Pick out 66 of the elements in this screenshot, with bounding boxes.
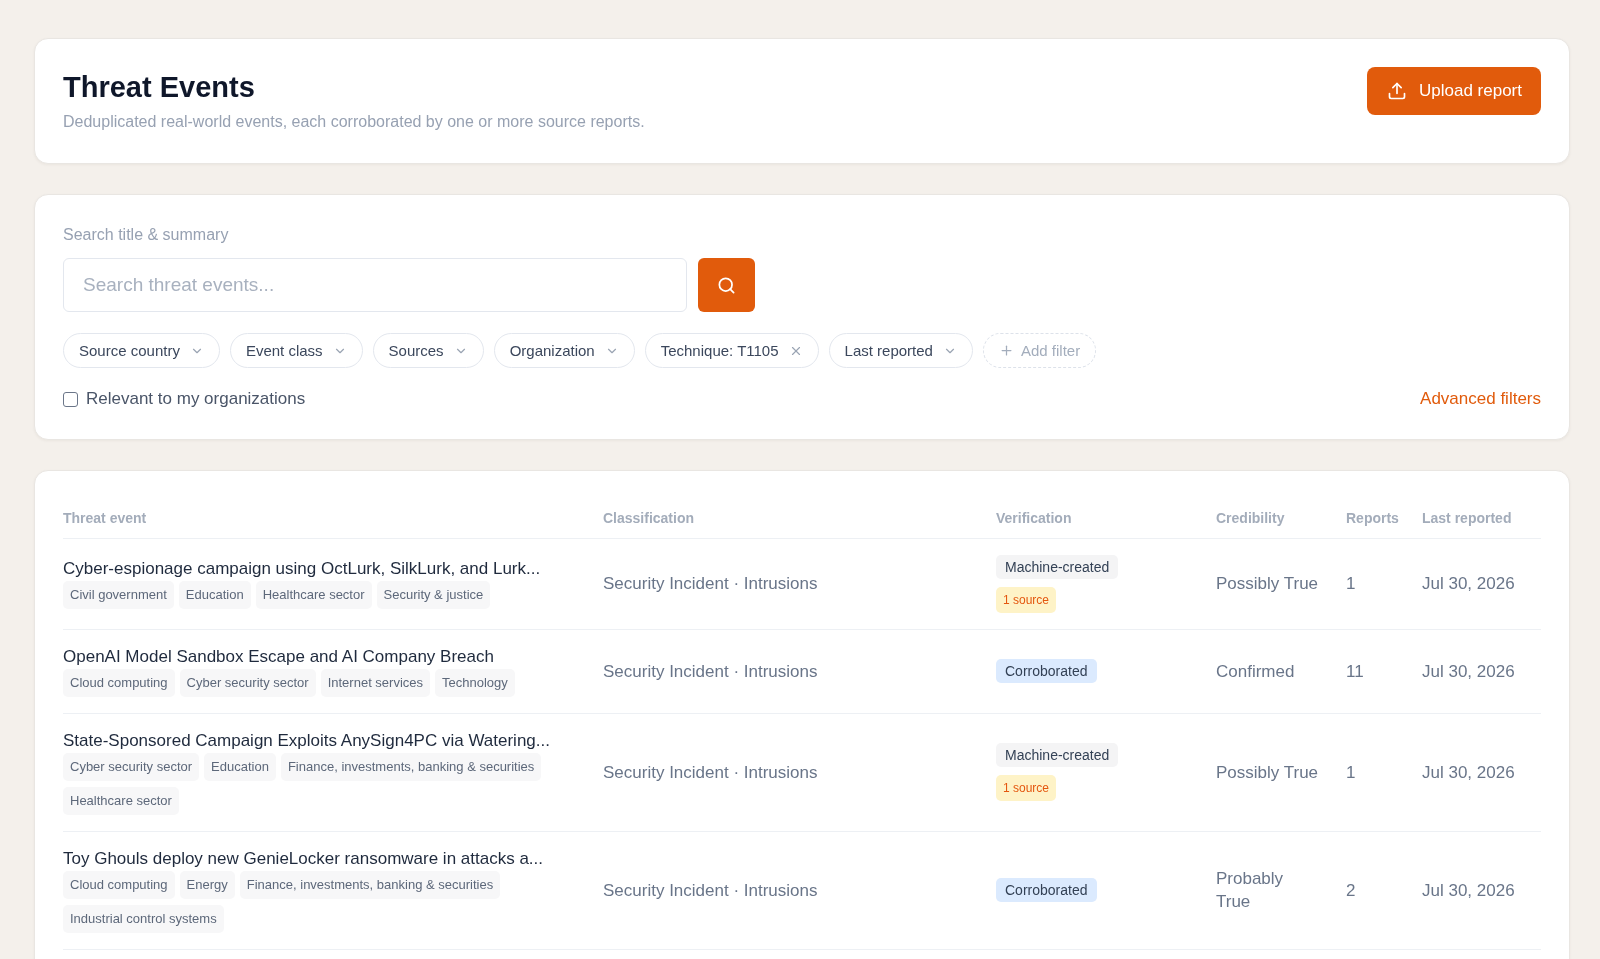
- classification-text: Security Incident · Intrusions: [603, 879, 818, 902]
- verification-badge: Machine-created: [996, 554, 1119, 579]
- verification-badge: Machine-created: [996, 743, 1119, 767]
- event-title[interactable]: Toy Ghouls deploy new GenieLocker ransomware in attacks a...: [63, 847, 591, 870]
- classification-text: Security Incident · Intrusions: [603, 660, 818, 683]
- sector-tag: Security & justice: [376, 581, 491, 609]
- source-count-badge: 1 source: [996, 586, 1057, 613]
- checkbox-label: Relevant to my organizations: [86, 389, 306, 409]
- sector-tag: Education: [178, 581, 251, 609]
- sector-tag: Cloud computing: [63, 870, 175, 899]
- column-header: Last reported: [1422, 499, 1541, 538]
- classification-text: Security Incident · Intrusions: [603, 761, 818, 784]
- page-title: Threat Events: [63, 70, 256, 105]
- search-field[interactable]: Search threat events...: [63, 258, 687, 312]
- filter-chip[interactable]: Event class: [229, 333, 363, 368]
- classification-text: Security Incident · Intrusions: [603, 573, 818, 595]
- checkbox[interactable]: [63, 391, 78, 407]
- plus-icon: [998, 343, 1014, 358]
- page-subtitle: Deduplicated real-world events, each corroborated by one or more source reports.: [63, 112, 645, 132]
- sector-tag: Finance, investments, banking & securities: [280, 752, 542, 781]
- event-title[interactable]: State-Sponsored Campaign Exploits AnySign4PC via Watering...: [63, 729, 591, 752]
- upload-button[interactable]: Upload report: [1367, 67, 1541, 115]
- sector-tag: Cyber security sector: [179, 668, 316, 697]
- sector-tag: Civil government: [63, 581, 174, 609]
- sector-tag: Industrial control systems: [63, 904, 224, 933]
- verification-badge: Corroborated: [996, 878, 1097, 902]
- credibility-text: Probably True: [1216, 868, 1285, 913]
- reports-count: 11: [1346, 660, 1364, 683]
- search-button[interactable]: [698, 258, 755, 312]
- sector-tag: Cloud computing: [63, 668, 175, 697]
- sector-tag: Healthcare sector: [63, 786, 179, 815]
- sector-tag: Education: [204, 752, 276, 781]
- filter-chip[interactable]: Organization: [493, 333, 635, 368]
- sector-tag: Finance, investments, banking & securities: [239, 870, 501, 899]
- filter-chip[interactable]: Source country: [63, 333, 220, 368]
- source-count-badge: 1 source: [996, 775, 1057, 801]
- reports-count: 1: [1346, 761, 1356, 784]
- sector-tag: Technology: [435, 668, 515, 697]
- filter-chip[interactable]: Last reported: [828, 333, 973, 368]
- last-reported-date: Jul 30, 2026: [1422, 573, 1515, 595]
- column-header: Classification: [603, 499, 996, 538]
- sector-tag: Energy: [179, 870, 235, 899]
- event-title[interactable]: OpenAI Model Sandbox Escape and AI Company Breach: [63, 645, 591, 668]
- filter-chip[interactable]: Technique: T1105: [644, 333, 819, 368]
- last-reported-date: Jul 30, 2026: [1422, 660, 1515, 683]
- event-title[interactable]: Cyber-espionage campaign using OctLurk, SilkLurk, and Lurk...: [63, 558, 591, 580]
- sector-tag: Internet services: [320, 668, 431, 697]
- column-header: Credibility: [1216, 499, 1346, 538]
- credibility-text: Possibly True: [1216, 573, 1319, 595]
- reports-count: 2: [1346, 879, 1356, 902]
- column-header: Threat event: [63, 499, 603, 538]
- upload-icon: [1387, 81, 1407, 101]
- filter-chip[interactable]: Sources: [372, 333, 484, 368]
- column-header: Verification: [996, 499, 1216, 538]
- reports-count: 1: [1346, 573, 1356, 595]
- verification-badge: Corroborated: [996, 659, 1097, 683]
- column-header: Reports: [1346, 499, 1422, 538]
- search-label: Search title & summary: [63, 225, 230, 245]
- sector-tag: Healthcare sector: [255, 581, 372, 609]
- last-reported-date: Jul 30, 2026: [1422, 879, 1515, 902]
- advanced-filters-link[interactable]: Advanced filters: [1420, 389, 1541, 409]
- credibility-text: Confirmed: [1216, 660, 1295, 683]
- sector-tag: Cyber security sector: [63, 752, 200, 781]
- search-icon: [717, 275, 736, 295]
- credibility-text: Possibly True: [1216, 761, 1319, 784]
- last-reported-date: Jul 30, 2026: [1422, 761, 1515, 784]
